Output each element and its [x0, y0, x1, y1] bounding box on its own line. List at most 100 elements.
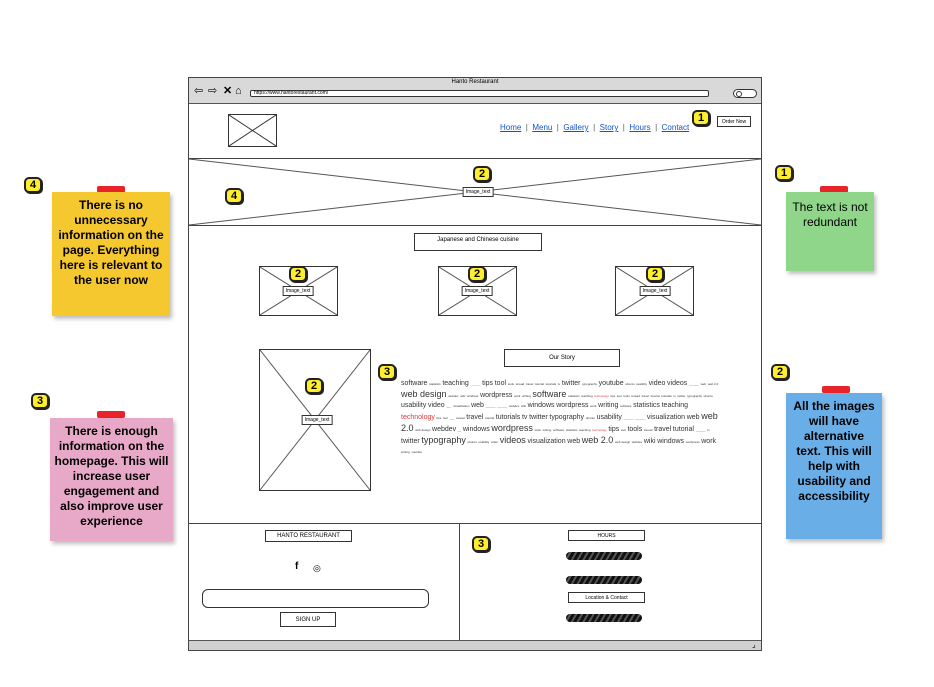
cloud-word: twitter — [561, 380, 581, 387]
cloud-word: statistics — [568, 394, 580, 398]
cloud-word: tv — [707, 428, 710, 432]
home-icon[interactable]: ⌂ — [235, 86, 242, 97]
cloud-word: tools — [507, 382, 515, 386]
forward-icon[interactable]: ⇨ — [208, 86, 217, 97]
cloud-word: teaching — [579, 428, 591, 432]
instagram-icon[interactable]: ◎ — [313, 563, 321, 574]
cloud-word: tutorials — [495, 414, 521, 421]
cloud-word: work — [514, 394, 521, 398]
cloud-word: web 2.0 — [581, 435, 614, 445]
cloud-word: windows — [527, 402, 555, 409]
badge-2-story: 2 — [305, 378, 323, 394]
cloud-word: tv — [673, 394, 676, 398]
cloud-word: tool — [616, 394, 622, 398]
cloud-word: technology — [592, 428, 607, 432]
cloud-word: ______ — [485, 404, 496, 408]
story-text-cloud: software statistics teaching ______ tips… — [401, 379, 719, 459]
cloud-word: ubuntu — [467, 440, 477, 444]
cloud-word: wiki — [643, 438, 656, 445]
cloud-word: tool — [620, 428, 626, 432]
search-field[interactable] — [733, 89, 757, 98]
cloud-word: videos — [667, 380, 688, 387]
cloud-word: typography — [421, 435, 466, 445]
cloud-word: ______ — [695, 428, 706, 432]
cloud-word: ubuntu — [703, 394, 713, 398]
status-bar: ⌟ — [189, 640, 761, 650]
footer-restaurant-name: HANTO RESTAURANT — [265, 530, 352, 542]
cloud-word: tips — [608, 426, 620, 433]
nav-contact-link[interactable]: Contact — [662, 123, 690, 132]
note-alt-text: All the images will have alternative tex… — [786, 393, 882, 539]
cloud-word: tips — [482, 380, 494, 387]
note-pin — [97, 411, 125, 418]
cloud-word: web — [567, 438, 581, 445]
footer-divider-vertical — [459, 523, 460, 640]
url-bar[interactable]: https://www.hantorestaurant.com/ — [250, 90, 709, 97]
cloud-word: webdev — [508, 404, 520, 408]
cloud-word: usability — [401, 402, 427, 409]
note-pin — [822, 386, 850, 393]
cloud-word: video — [648, 380, 666, 387]
cloud-word: travel — [641, 394, 649, 398]
cloud-word: technology — [594, 394, 609, 398]
facebook-icon[interactable]: f — [295, 561, 298, 572]
badge-1-nav: 1 — [692, 110, 710, 126]
cloud-word: ______ — [623, 416, 634, 420]
cloud-word: typography — [582, 382, 597, 386]
cloud-word: travel — [466, 414, 484, 421]
cloud-word: visualization — [527, 438, 566, 445]
nav-hours-link[interactable]: Hours — [629, 123, 650, 132]
nav-menu-link[interactable]: Menu — [532, 123, 552, 132]
cloud-word: wiki — [460, 394, 466, 398]
cloud-word: ______ — [497, 404, 508, 408]
badge-4-hero: 4 — [225, 188, 243, 204]
cloud-word: video — [427, 402, 445, 409]
cloud-word: video — [490, 440, 499, 444]
badge-2-right: 2 — [771, 364, 789, 380]
cloud-word: technology — [401, 414, 435, 421]
cloud-word: teaching — [661, 402, 689, 409]
cloud-word: wordpress — [685, 440, 700, 444]
cloud-word: twitter — [677, 394, 686, 398]
cloud-word: videos — [499, 435, 526, 445]
signup-button[interactable]: SIGN UP — [280, 612, 336, 627]
note-not-redundant: The text is not redundant — [786, 192, 874, 271]
cloud-word: twitter — [529, 414, 548, 421]
hours-heading: HOURS — [568, 530, 645, 541]
cloud-word: twitter — [401, 438, 420, 445]
badge-2-cuisine-2: 2 — [468, 266, 486, 282]
nav-story-link[interactable]: Story — [600, 123, 619, 132]
back-icon[interactable]: ⇦ — [194, 86, 203, 97]
cloud-word: windows — [657, 438, 685, 445]
cloud-word: wordpress — [480, 392, 513, 399]
cloud-word: software — [401, 380, 428, 387]
cloud-word: ___ — [449, 416, 455, 420]
cloud-word: software — [552, 428, 565, 432]
divider — [189, 523, 761, 524]
close-icon[interactable]: ✕ — [223, 86, 232, 97]
cloud-word: windows — [466, 394, 479, 398]
note-no-unnecessary-info: There is no unnecessary information on t… — [52, 192, 170, 316]
cloud-word: ______ — [688, 382, 699, 386]
cloud-word: tool — [442, 416, 448, 420]
main-nav: Home | Menu | Gallery | Story | Hours | … — [500, 117, 689, 135]
cloud-word: travel — [525, 382, 534, 386]
nav-gallery-link[interactable]: Gallery — [563, 123, 588, 132]
nav-home-link[interactable]: Home — [500, 123, 521, 132]
order-now-button[interactable]: Order Now — [717, 116, 751, 127]
badge-1-right: 1 — [775, 165, 793, 181]
badge-3-story: 3 — [378, 364, 396, 380]
cloud-word: visualization — [646, 414, 686, 421]
badge-3-left: 3 — [31, 393, 49, 409]
browser-window: Hanto Restaurant ⇦ ⇨ ✕ ⌂ https://www.han… — [188, 77, 762, 651]
cloud-word: writing — [542, 428, 552, 432]
cloud-word: wordpress — [556, 402, 589, 409]
resize-grip-icon[interactable]: ⌟ — [752, 640, 756, 649]
cloud-word: web 2.0 — [707, 382, 719, 386]
cloud-word: travel — [654, 426, 672, 433]
signup-email-input[interactable] — [202, 589, 429, 608]
browser-chrome: Hanto Restaurant ⇦ ⇨ ✕ ⌂ https://www.han… — [189, 78, 761, 104]
cloud-word: tips — [610, 394, 616, 398]
cloud-word: tool — [494, 380, 507, 387]
cloud-word: teaching — [442, 380, 469, 387]
